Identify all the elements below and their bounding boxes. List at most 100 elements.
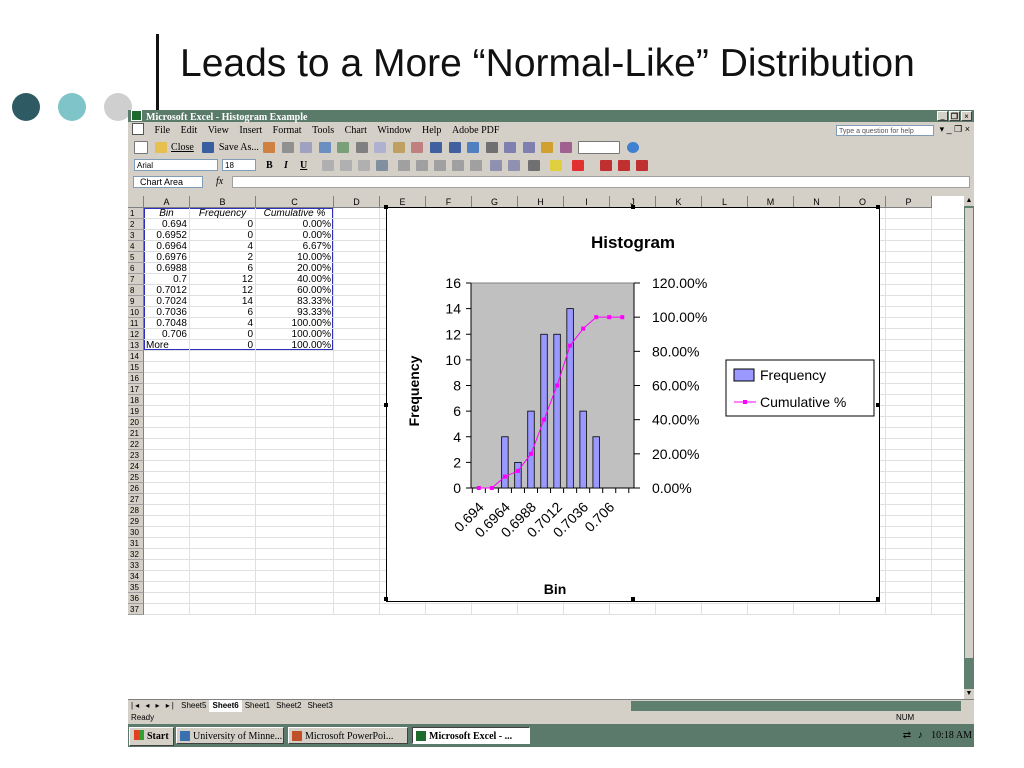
chart-handle-ml[interactable] [384, 403, 388, 407]
spelling-icon[interactable] [318, 142, 331, 154]
cell-bin[interactable]: 0.706 [146, 329, 187, 340]
sheet-tab-sheet6[interactable]: Sheet6 [209, 700, 242, 712]
cell-bin[interactable]: 0.7 [146, 274, 187, 285]
sheet-tab-sheet5[interactable]: Sheet5 [178, 700, 209, 712]
comma-icon[interactable] [434, 160, 446, 171]
cell-cumulative[interactable]: 100.00% [258, 340, 331, 351]
network-icon[interactable]: ⇄ [903, 730, 911, 741]
sheet-nav-arrows[interactable]: |◂ ◂ ▸ ▸| [131, 700, 176, 712]
cell-bin[interactable]: 0.6952 [146, 230, 187, 241]
menu-adobe-pdf[interactable]: Adobe PDF [452, 123, 500, 138]
doc-window-controls[interactable]: ▾ _ ❐ × [940, 124, 970, 135]
restore-button[interactable]: ❐ [949, 111, 960, 121]
row-header[interactable]: 19 [128, 406, 144, 417]
font-size-select[interactable]: 18 [222, 159, 256, 171]
formula-input[interactable] [232, 176, 970, 188]
row-header[interactable]: 1 [128, 208, 144, 219]
cell-bin[interactable]: 0.7012 [146, 285, 187, 296]
save-as-button[interactable]: Save As... [219, 142, 259, 153]
row-header[interactable]: 22 [128, 439, 144, 450]
row-header[interactable]: 21 [128, 428, 144, 439]
print-preview-icon[interactable] [300, 142, 313, 154]
row-header[interactable]: 27 [128, 494, 144, 505]
name-box[interactable]: Chart Area [133, 176, 203, 188]
chart-handle-tr[interactable] [876, 205, 880, 209]
cell-frequency[interactable]: 4 [192, 318, 253, 329]
row-header[interactable]: 10 [128, 307, 144, 318]
cell-frequency[interactable]: 12 [192, 274, 253, 285]
chart-handle-mr[interactable] [876, 403, 880, 407]
volume-icon[interactable]: ♪ [918, 730, 923, 741]
vertical-scrollbar[interactable]: ▲ ▼ [964, 196, 974, 699]
cell-bin[interactable]: 0.6976 [146, 252, 187, 263]
cell-frequency[interactable]: 6 [192, 263, 253, 274]
new-document-icon[interactable] [134, 141, 148, 155]
minimize-button[interactable]: _ [937, 111, 948, 121]
cell-cumulative[interactable]: 20.00% [258, 263, 331, 274]
row-header[interactable]: 37 [128, 604, 144, 615]
menu-view[interactable]: View [208, 123, 229, 138]
worksheet-grid[interactable]: ABCDEFGHIJKLMNOP 1 2 3 4 5 6 7 8 9 10 11 12 13 14 15 16… [128, 196, 964, 699]
clock[interactable]: 10:18 AM [931, 730, 972, 741]
row-header[interactable]: 33 [128, 560, 144, 571]
decrease-decimal-icon[interactable] [470, 160, 482, 171]
column-header-P[interactable]: P [886, 196, 932, 208]
sort-descending-icon[interactable] [522, 142, 535, 154]
row-header[interactable]: 30 [128, 527, 144, 538]
chart-handle-tm[interactable] [631, 205, 635, 209]
menu-edit[interactable]: Edit [181, 123, 198, 138]
row-header[interactable]: 28 [128, 505, 144, 516]
cut-icon[interactable] [355, 142, 368, 154]
fill-color-icon[interactable] [550, 160, 562, 171]
cell-bin[interactable]: 0.7048 [146, 318, 187, 329]
row-header[interactable]: 29 [128, 516, 144, 527]
taskbar-item[interactable]: Microsoft PowerPoi... [288, 727, 408, 744]
close-window-button[interactable]: × [961, 111, 972, 121]
cell-cumulative[interactable]: 40.00% [258, 274, 331, 285]
pdf-review-icon[interactable] [636, 160, 648, 171]
row-header[interactable]: 4 [128, 241, 144, 252]
percent-icon[interactable] [416, 160, 428, 171]
cell-frequency[interactable]: 0 [192, 329, 253, 340]
increase-decimal-icon[interactable] [452, 160, 464, 171]
row-header[interactable]: 32 [128, 549, 144, 560]
chart-handle-tl[interactable] [384, 205, 388, 209]
workbook-icon[interactable] [132, 123, 144, 135]
horizontal-scrollbar[interactable] [631, 701, 961, 711]
column-header-D[interactable]: D [334, 196, 380, 208]
function-icon[interactable]: fx [216, 176, 223, 187]
cell-frequency[interactable]: 0 [192, 230, 253, 241]
chart-handle-bl[interactable] [384, 597, 388, 601]
cell-frequency[interactable]: 6 [192, 307, 253, 318]
help-search-input[interactable]: Type a question for help [836, 125, 934, 136]
window-titlebar[interactable]: Microsoft Excel - Histogram Example _ ❐ … [128, 110, 974, 123]
row-header[interactable]: 8 [128, 285, 144, 296]
menu-file[interactable]: File [155, 123, 171, 138]
menu-format[interactable]: Format [273, 123, 302, 138]
cell-cumulative[interactable]: 100.00% [258, 329, 331, 340]
start-button[interactable]: Start [129, 727, 174, 746]
chart-handle-br[interactable] [876, 597, 880, 601]
redo-icon[interactable] [448, 142, 461, 154]
row-header[interactable]: 3 [128, 230, 144, 241]
hyperlink-icon[interactable] [467, 142, 480, 154]
menu-chart[interactable]: Chart [345, 123, 367, 138]
row-header[interactable]: 36 [128, 593, 144, 604]
header-frequency[interactable]: Frequency [192, 208, 253, 219]
permission-icon[interactable] [263, 142, 276, 154]
header-cumulative[interactable]: Cumulative % [258, 208, 331, 219]
column-header-C[interactable]: C [256, 196, 334, 208]
scroll-down-arrow[interactable]: ▼ [964, 689, 974, 699]
cell-cumulative[interactable]: 93.33% [258, 307, 331, 318]
row-header[interactable]: 20 [128, 417, 144, 428]
drawing-icon[interactable] [559, 142, 572, 154]
cell-frequency[interactable]: 14 [192, 296, 253, 307]
align-left-icon[interactable] [322, 160, 334, 171]
pdf-email-icon[interactable] [618, 160, 630, 171]
row-header[interactable]: 5 [128, 252, 144, 263]
align-right-icon[interactable] [358, 160, 370, 171]
cell-bin[interactable]: 0.7036 [146, 307, 187, 318]
close-button[interactable]: Close [171, 142, 194, 153]
row-header[interactable]: 23 [128, 450, 144, 461]
vertical-scroll-thumb[interactable] [965, 208, 973, 658]
